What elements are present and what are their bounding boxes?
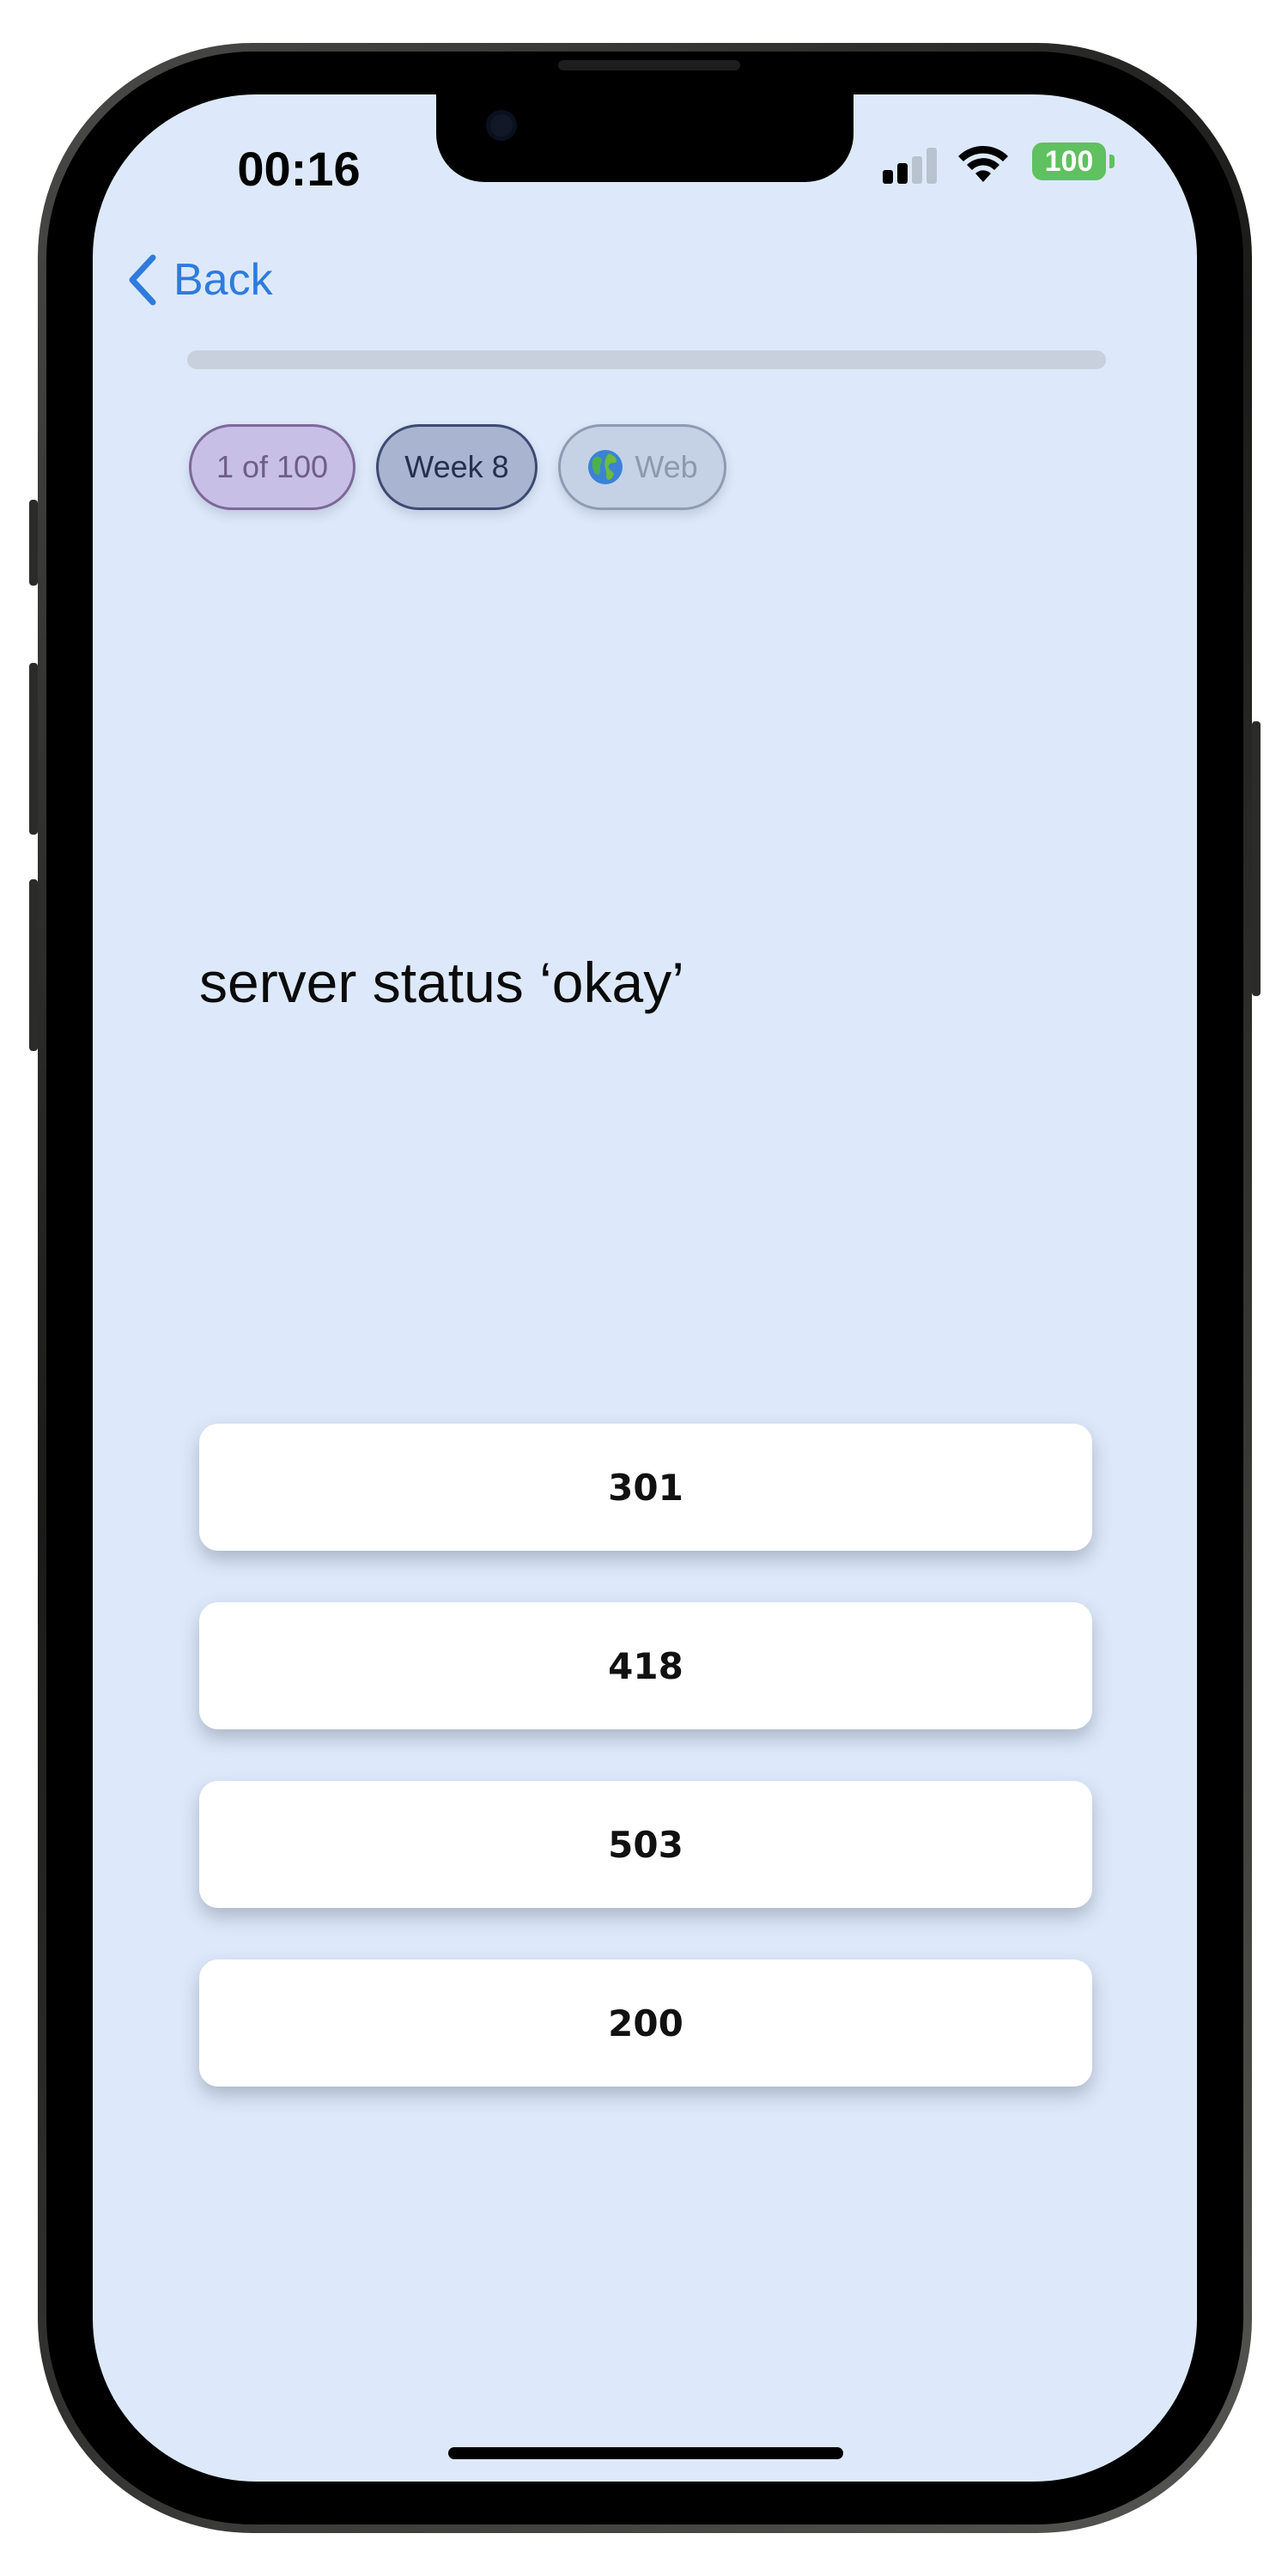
answer-label: 418 [608,1644,683,1687]
answer-label: 301 [608,1466,683,1509]
answer-button[interactable]: 301 [199,1424,1092,1551]
volume-up-button [29,663,38,835]
screen: 00:16 100 Back 1 of 100 Week 8 Web serve… [93,94,1197,2482]
chevron-left-icon [129,254,156,306]
answer-button[interactable]: 503 [199,1781,1092,1908]
question-prompt: server status ‘okay’ [199,951,684,1014]
week-badge[interactable]: Week 8 [376,424,538,510]
topic-label: Web [635,449,698,484]
front-camera-icon [486,110,517,141]
volume-down-button [29,879,38,1051]
battery-tip [1109,155,1115,168]
progress-bar [187,350,1106,369]
answer-label: 503 [608,1823,683,1866]
globe-icon [588,450,623,484]
question-counter-label: 1 of 100 [216,449,329,484]
week-label: Week 8 [404,449,509,484]
answer-label: 200 [608,2002,683,2044]
topic-badge[interactable]: Web [558,424,726,510]
notch [436,94,854,182]
home-indicator[interactable] [448,2447,843,2459]
power-button [1252,721,1261,996]
answer-button[interactable]: 200 [199,1959,1092,2087]
wifi-icon [958,145,1008,182]
earpiece-speaker [558,60,740,70]
answer-button[interactable]: 418 [199,1602,1092,1729]
page: 00:16 100 Back 1 of 100 Week 8 Web serve… [0,0,1288,2576]
back-button[interactable]: Back [124,246,313,314]
battery-indicator: 100 [1032,143,1106,180]
back-label: Back [173,255,273,305]
status-time: 00:16 [237,142,361,196]
mute-switch [29,500,38,586]
question-counter-badge: 1 of 100 [189,424,355,510]
cellular-signal-icon [883,146,938,184]
